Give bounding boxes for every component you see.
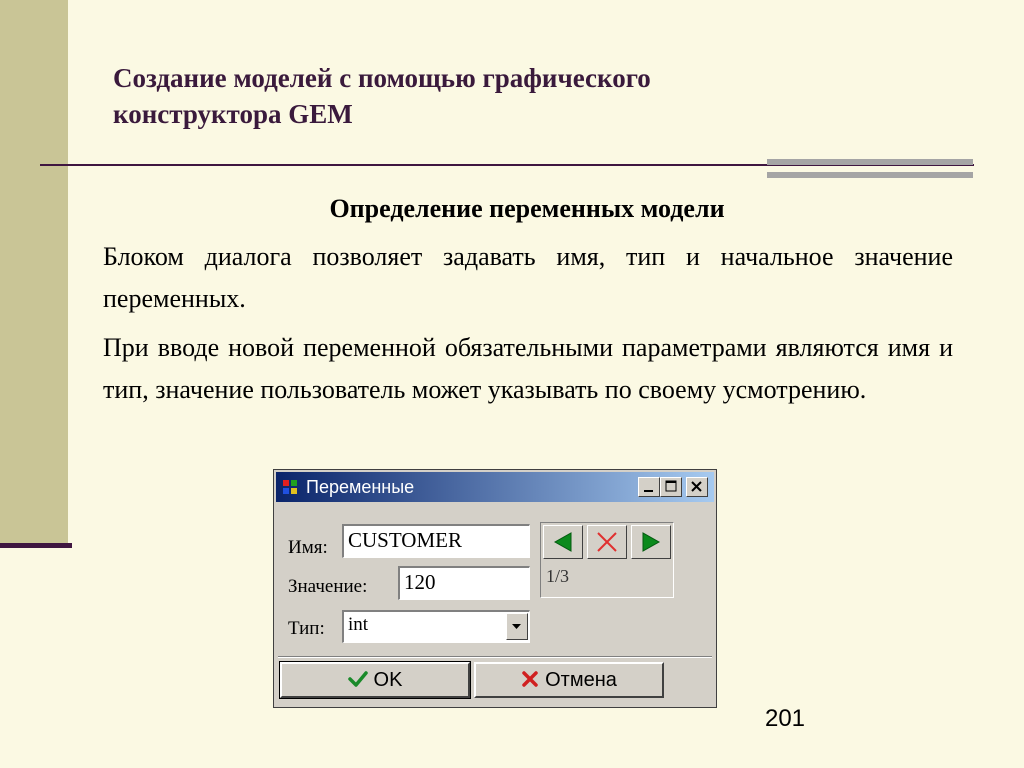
name-input[interactable]: CUSTOMER [342,524,530,558]
slide-title: Создание моделей с помощью графического … [113,60,833,132]
dialog-title: Переменные [306,477,415,497]
maximize-icon [665,480,677,492]
divider-accent-bottom [767,172,973,178]
maximize-button[interactable] [660,477,682,497]
delete-icon [597,532,617,552]
page-number: 201 [764,705,806,732]
variables-dialog: Переменные Имя: CUSTOMER Значение: 120 Т… [273,469,717,708]
record-counter: 1/3 [546,566,570,586]
dialog-separator [278,656,712,658]
value-label: Значение: [288,576,368,597]
app-icon [283,480,297,494]
arrow-left-icon [553,532,572,552]
slide-subtitle: Определение переменных модели [329,194,725,223]
type-select-value: int [348,614,369,635]
delete-button[interactable] [587,525,627,559]
next-button[interactable] [631,525,671,559]
value-input[interactable]: 120 [398,566,530,600]
cancel-button-label: Отмена [545,669,617,691]
checkmark-icon [347,671,368,687]
left-decor-band [0,0,68,543]
record-navigator: 1/3 [540,522,674,598]
close-icon [691,481,702,492]
cross-icon [522,671,538,687]
name-label: Имя: [288,537,328,558]
left-decor-line [0,543,72,548]
arrow-right-icon [642,532,661,552]
slide-title-line2: конструктора GEM [113,99,353,129]
type-select[interactable]: int [342,610,530,643]
previous-button[interactable] [543,525,583,559]
ok-button[interactable]: OK [279,661,471,699]
minimize-button[interactable] [638,477,660,497]
slide-title-line1: Создание моделей с помощью графического [113,63,651,93]
dialog-titlebar[interactable]: Переменные [276,472,714,502]
type-dropdown-button[interactable] [506,613,528,640]
divider-accent-top [767,159,973,165]
minimize-icon [644,490,653,492]
paragraph-2: При вводе новой переменной обязательными… [103,333,953,404]
type-label: Тип: [288,618,325,639]
close-button[interactable] [686,477,708,497]
chevron-down-icon [512,624,521,629]
cancel-button[interactable]: Отмена [474,662,664,698]
ok-button-label: OK [373,669,403,691]
paragraph-1: Блоком диалога позволяет задавать имя, т… [103,242,953,313]
